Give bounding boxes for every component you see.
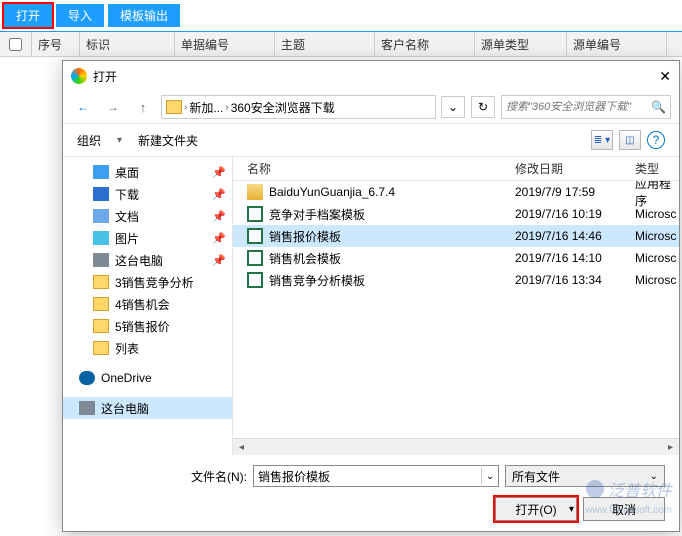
- new-folder-button[interactable]: 新建文件夹: [138, 132, 198, 149]
- th-docno[interactable]: 单据编号: [175, 32, 275, 56]
- pc-icon: [93, 253, 109, 267]
- tree-folder-3[interactable]: 5销售报价: [63, 315, 232, 337]
- help-icon[interactable]: ?: [647, 131, 665, 149]
- scroll-right-icon[interactable]: ▸: [662, 439, 679, 455]
- excel-icon: [247, 250, 263, 266]
- th-srctype[interactable]: 源单类型: [475, 32, 567, 56]
- nav-tree: 桌面📌 下载📌 文档📌 图片📌 这台电脑📌 3销售竞争分析 4销售机会 5销售报…: [63, 157, 233, 455]
- file-row[interactable]: 销售报价模板2019/7/16 14:46Microsc: [233, 225, 679, 247]
- tree-thispc[interactable]: 这台电脑📌: [63, 249, 232, 271]
- breadcrumb-seg2[interactable]: 360安全浏览器下载: [231, 99, 335, 116]
- filetype-select[interactable]: 所有文件 ⌄: [505, 465, 665, 487]
- exe-icon: [247, 184, 263, 200]
- dialog-footer: 文件名(N): ⌄ 所有文件 ⌄ 打开(O) ▾ 取消: [63, 455, 679, 531]
- th-mark[interactable]: 标识: [80, 32, 175, 56]
- chevron-down-icon: ▾: [117, 135, 122, 146]
- up-button[interactable]: ↑: [131, 96, 155, 118]
- excel-icon: [247, 206, 263, 222]
- back-button[interactable]: ←: [71, 96, 95, 118]
- chevron-right-icon: ›: [184, 102, 187, 113]
- import-button[interactable]: 导入: [56, 4, 104, 27]
- chevron-down-icon: ▾: [569, 504, 574, 515]
- template-output-button[interactable]: 模板输出: [108, 4, 180, 27]
- folder-icon: [93, 297, 109, 311]
- open-file-button[interactable]: 打开(O) ▾: [495, 497, 577, 521]
- col-type[interactable]: 类型: [635, 160, 679, 177]
- filename-input[interactable]: [254, 469, 481, 483]
- search-box[interactable]: 🔍: [501, 95, 671, 119]
- folder-icon: [93, 341, 109, 355]
- breadcrumb-bar[interactable]: › 新加... › 360安全浏览器下载: [161, 95, 436, 119]
- pictures-icon: [93, 231, 109, 245]
- col-name[interactable]: 名称: [247, 160, 515, 177]
- tree-folder-4[interactable]: 列表: [63, 337, 232, 359]
- table-header: 序号 标识 单据编号 主题 客户名称 源单类型 源单编号: [0, 31, 682, 57]
- onedrive-icon: [79, 371, 95, 385]
- app-logo-icon: [71, 68, 87, 84]
- tree-pictures[interactable]: 图片📌: [63, 227, 232, 249]
- folder-icon: [166, 100, 182, 114]
- file-row[interactable]: 销售机会模板2019/7/16 14:10Microsc: [233, 247, 679, 269]
- col-date[interactable]: 修改日期: [515, 160, 635, 177]
- chevron-right-icon: ›: [225, 102, 228, 113]
- file-row[interactable]: 竞争对手档案模板2019/7/16 10:19Microsc: [233, 203, 679, 225]
- refresh-button[interactable]: ↻: [471, 96, 495, 118]
- breadcrumb-seg1[interactable]: 新加...: [189, 99, 223, 116]
- filename-label: 文件名(N):: [77, 468, 247, 485]
- top-toolbar: 打开 导入 模板输出: [0, 0, 682, 31]
- pc-icon: [79, 401, 95, 415]
- forward-button: →: [101, 96, 125, 118]
- tree-thispc-2[interactable]: 这台电脑: [63, 397, 232, 419]
- search-icon[interactable]: 🔍: [651, 100, 666, 114]
- search-input[interactable]: [506, 101, 641, 113]
- th-seq[interactable]: 序号: [32, 32, 80, 56]
- th-customer[interactable]: 客户名称: [375, 32, 475, 56]
- excel-icon: [247, 272, 263, 288]
- tree-downloads[interactable]: 下载📌: [63, 183, 232, 205]
- file-list: BaiduYunGuanjia_6.7.42019/7/9 17:59应用程序 …: [233, 181, 679, 438]
- pin-icon: 📌: [212, 210, 226, 223]
- file-list-header: 名称 修改日期 类型: [233, 157, 679, 181]
- scroll-left-icon[interactable]: ◂: [233, 439, 250, 455]
- tree-documents[interactable]: 文档📌: [63, 205, 232, 227]
- tree-onedrive[interactable]: OneDrive: [63, 367, 232, 389]
- th-subject[interactable]: 主题: [275, 32, 375, 56]
- pin-icon: 📌: [212, 188, 226, 201]
- view-mode-button[interactable]: ≣ ▾: [591, 130, 613, 150]
- chevron-down-icon: ⌄: [650, 471, 658, 482]
- preview-pane-button[interactable]: ◫: [619, 130, 641, 150]
- dialog-toolbar: 组织 ▾ 新建文件夹 ≣ ▾ ◫ ?: [63, 124, 679, 157]
- pin-icon: 📌: [212, 166, 226, 179]
- filename-field[interactable]: ⌄: [253, 465, 499, 487]
- breadcrumb-dropdown[interactable]: ⌄: [441, 96, 465, 118]
- close-icon[interactable]: ✕: [659, 68, 671, 85]
- tree-desktop[interactable]: 桌面📌: [63, 161, 232, 183]
- file-row[interactable]: 销售竞争分析模板2019/7/16 13:34Microsc: [233, 269, 679, 291]
- dialog-titlebar: 打开 ✕: [63, 61, 679, 91]
- excel-icon: [247, 228, 263, 244]
- dialog-nav: ← → ↑ › 新加... › 360安全浏览器下载 ⌄ ↻ 🔍: [63, 91, 679, 124]
- file-open-dialog: 打开 ✕ ← → ↑ › 新加... › 360安全浏览器下载 ⌄ ↻ 🔍 组织…: [62, 60, 680, 532]
- organize-menu[interactable]: 组织: [77, 132, 101, 149]
- filename-dropdown[interactable]: ⌄: [481, 465, 498, 487]
- pin-icon: 📌: [212, 232, 226, 245]
- th-checkbox[interactable]: [0, 32, 32, 56]
- desktop-icon: [93, 165, 109, 179]
- th-srcno[interactable]: 源单编号: [567, 32, 667, 56]
- dialog-title: 打开: [93, 68, 117, 85]
- select-all-checkbox[interactable]: [9, 38, 22, 51]
- horizontal-scrollbar[interactable]: ◂ ▸: [233, 438, 679, 455]
- cancel-button[interactable]: 取消: [583, 497, 665, 521]
- tree-folder-1[interactable]: 3销售竞争分析: [63, 271, 232, 293]
- pin-icon: 📌: [212, 254, 226, 267]
- folder-icon: [93, 275, 109, 289]
- tree-folder-2[interactable]: 4销售机会: [63, 293, 232, 315]
- documents-icon: [93, 209, 109, 223]
- open-button[interactable]: 打开: [4, 4, 52, 27]
- file-area: 名称 修改日期 类型 BaiduYunGuanjia_6.7.42019/7/9…: [233, 157, 679, 455]
- folder-icon: [93, 319, 109, 333]
- download-icon: [93, 187, 109, 201]
- file-row[interactable]: BaiduYunGuanjia_6.7.42019/7/9 17:59应用程序: [233, 181, 679, 203]
